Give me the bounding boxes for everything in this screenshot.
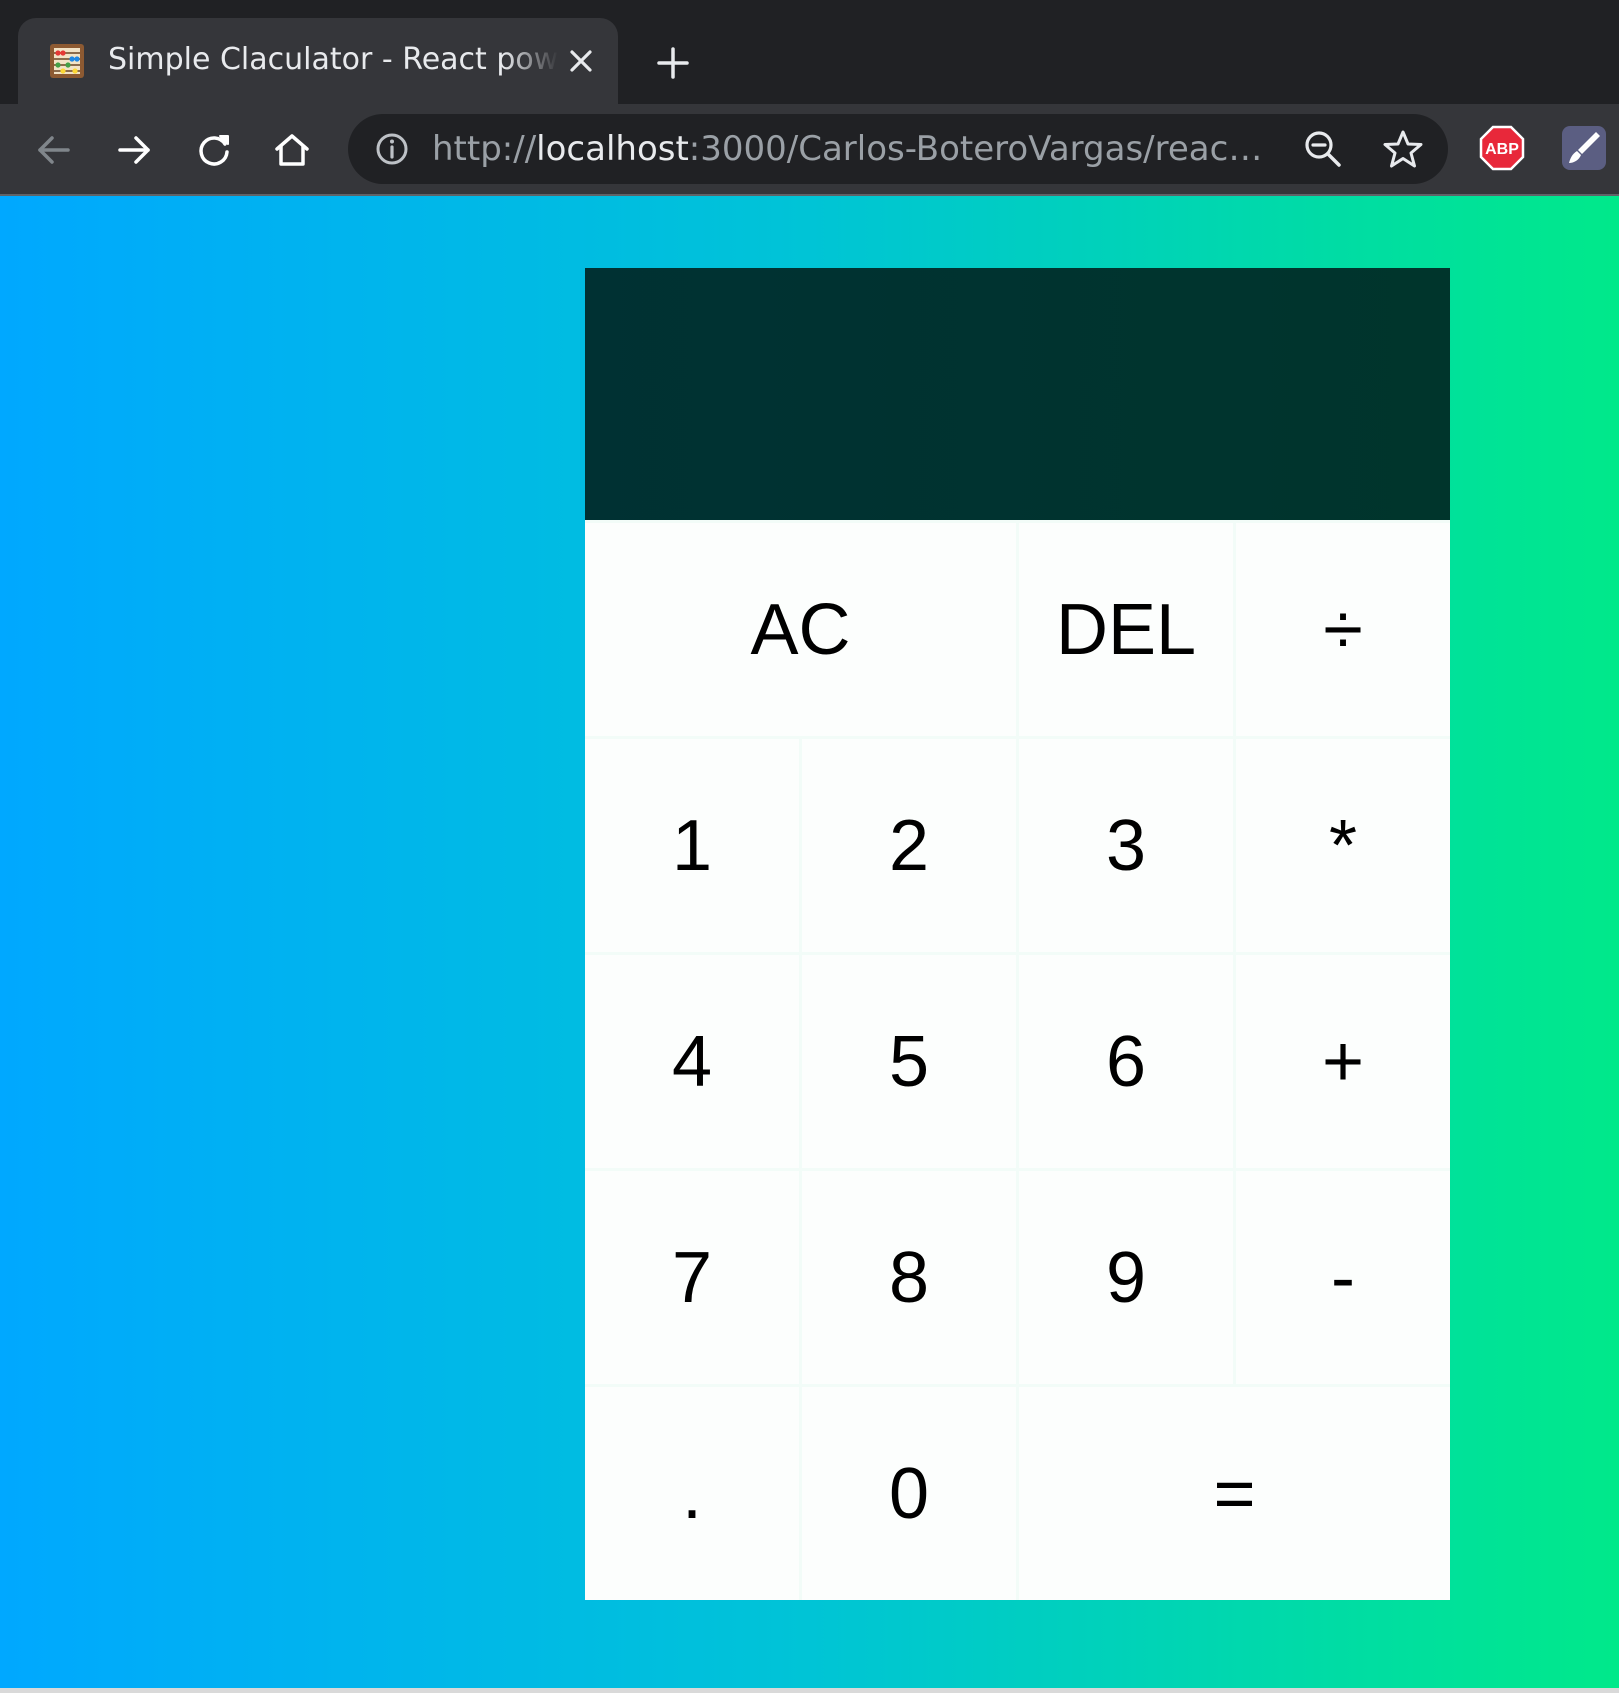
paintbrush-icon[interactable]	[1560, 124, 1608, 172]
abacus-icon	[48, 42, 86, 80]
home-icon[interactable]	[268, 126, 316, 174]
digit-6-button[interactable]: 6	[1019, 955, 1233, 1168]
all-clear-button[interactable]: AC	[585, 523, 1016, 736]
url-path: :3000/Carlos-BoteroVargas/react-calc...	[688, 129, 1272, 169]
digit-9-button[interactable]: 9	[1019, 1171, 1233, 1384]
calculator-grid: AC DEL ÷ 1 2 3 * 4 5 6 + 7 8 9 - . 0 =	[585, 268, 1450, 1600]
tab-title: Simple Claculator - React powered	[108, 42, 558, 77]
decimal-button[interactable]: .	[585, 1387, 799, 1600]
digit-1-button[interactable]: 1	[585, 739, 799, 952]
page-viewport: AC DEL ÷ 1 2 3 * 4 5 6 + 7 8 9 - . 0 =	[0, 196, 1619, 1693]
info-icon[interactable]	[374, 131, 410, 167]
close-icon[interactable]	[562, 42, 600, 80]
calculator-display	[585, 268, 1450, 520]
url-host: localhost	[536, 129, 689, 169]
browser-window: Simple Claculator - React powered	[0, 0, 1619, 1693]
digit-3-button[interactable]: 3	[1019, 739, 1233, 952]
url-text[interactable]: http://localhost:3000/Carlos-BoteroVarga…	[432, 128, 1272, 170]
multiply-button[interactable]: *	[1236, 739, 1450, 952]
address-bar[interactable]: http://localhost:3000/Carlos-BoteroVarga…	[348, 114, 1448, 184]
add-button[interactable]: +	[1236, 955, 1450, 1168]
digit-4-button[interactable]: 4	[585, 955, 799, 1168]
equals-button[interactable]: =	[1019, 1387, 1450, 1600]
divide-button[interactable]: ÷	[1236, 523, 1450, 736]
subtract-button[interactable]: -	[1236, 1171, 1450, 1384]
digit-0-button[interactable]: 0	[802, 1387, 1016, 1600]
arrow-left-icon[interactable]	[30, 126, 78, 174]
abp-label: ABP	[1485, 141, 1519, 158]
reload-icon[interactable]	[190, 126, 238, 174]
digit-2-button[interactable]: 2	[802, 739, 1016, 952]
tab-strip: Simple Claculator - React powered	[0, 0, 1619, 104]
arrow-right-icon[interactable]	[110, 126, 158, 174]
digit-5-button[interactable]: 5	[802, 955, 1016, 1168]
url-scheme: http://	[432, 129, 537, 169]
adblock-extension-button[interactable]: ABP	[1478, 124, 1526, 172]
star-icon[interactable]	[1382, 128, 1424, 170]
plus-icon[interactable]	[650, 40, 696, 86]
browser-toolbar: http://localhost:3000/Carlos-BoteroVarga…	[0, 104, 1619, 196]
window-bottom-edge	[0, 1688, 1619, 1693]
zoom-out-icon[interactable]	[1302, 128, 1344, 170]
browser-tab[interactable]: Simple Claculator - React powered	[18, 18, 618, 104]
digit-8-button[interactable]: 8	[802, 1171, 1016, 1384]
digit-7-button[interactable]: 7	[585, 1171, 799, 1384]
delete-button[interactable]: DEL	[1019, 523, 1233, 736]
